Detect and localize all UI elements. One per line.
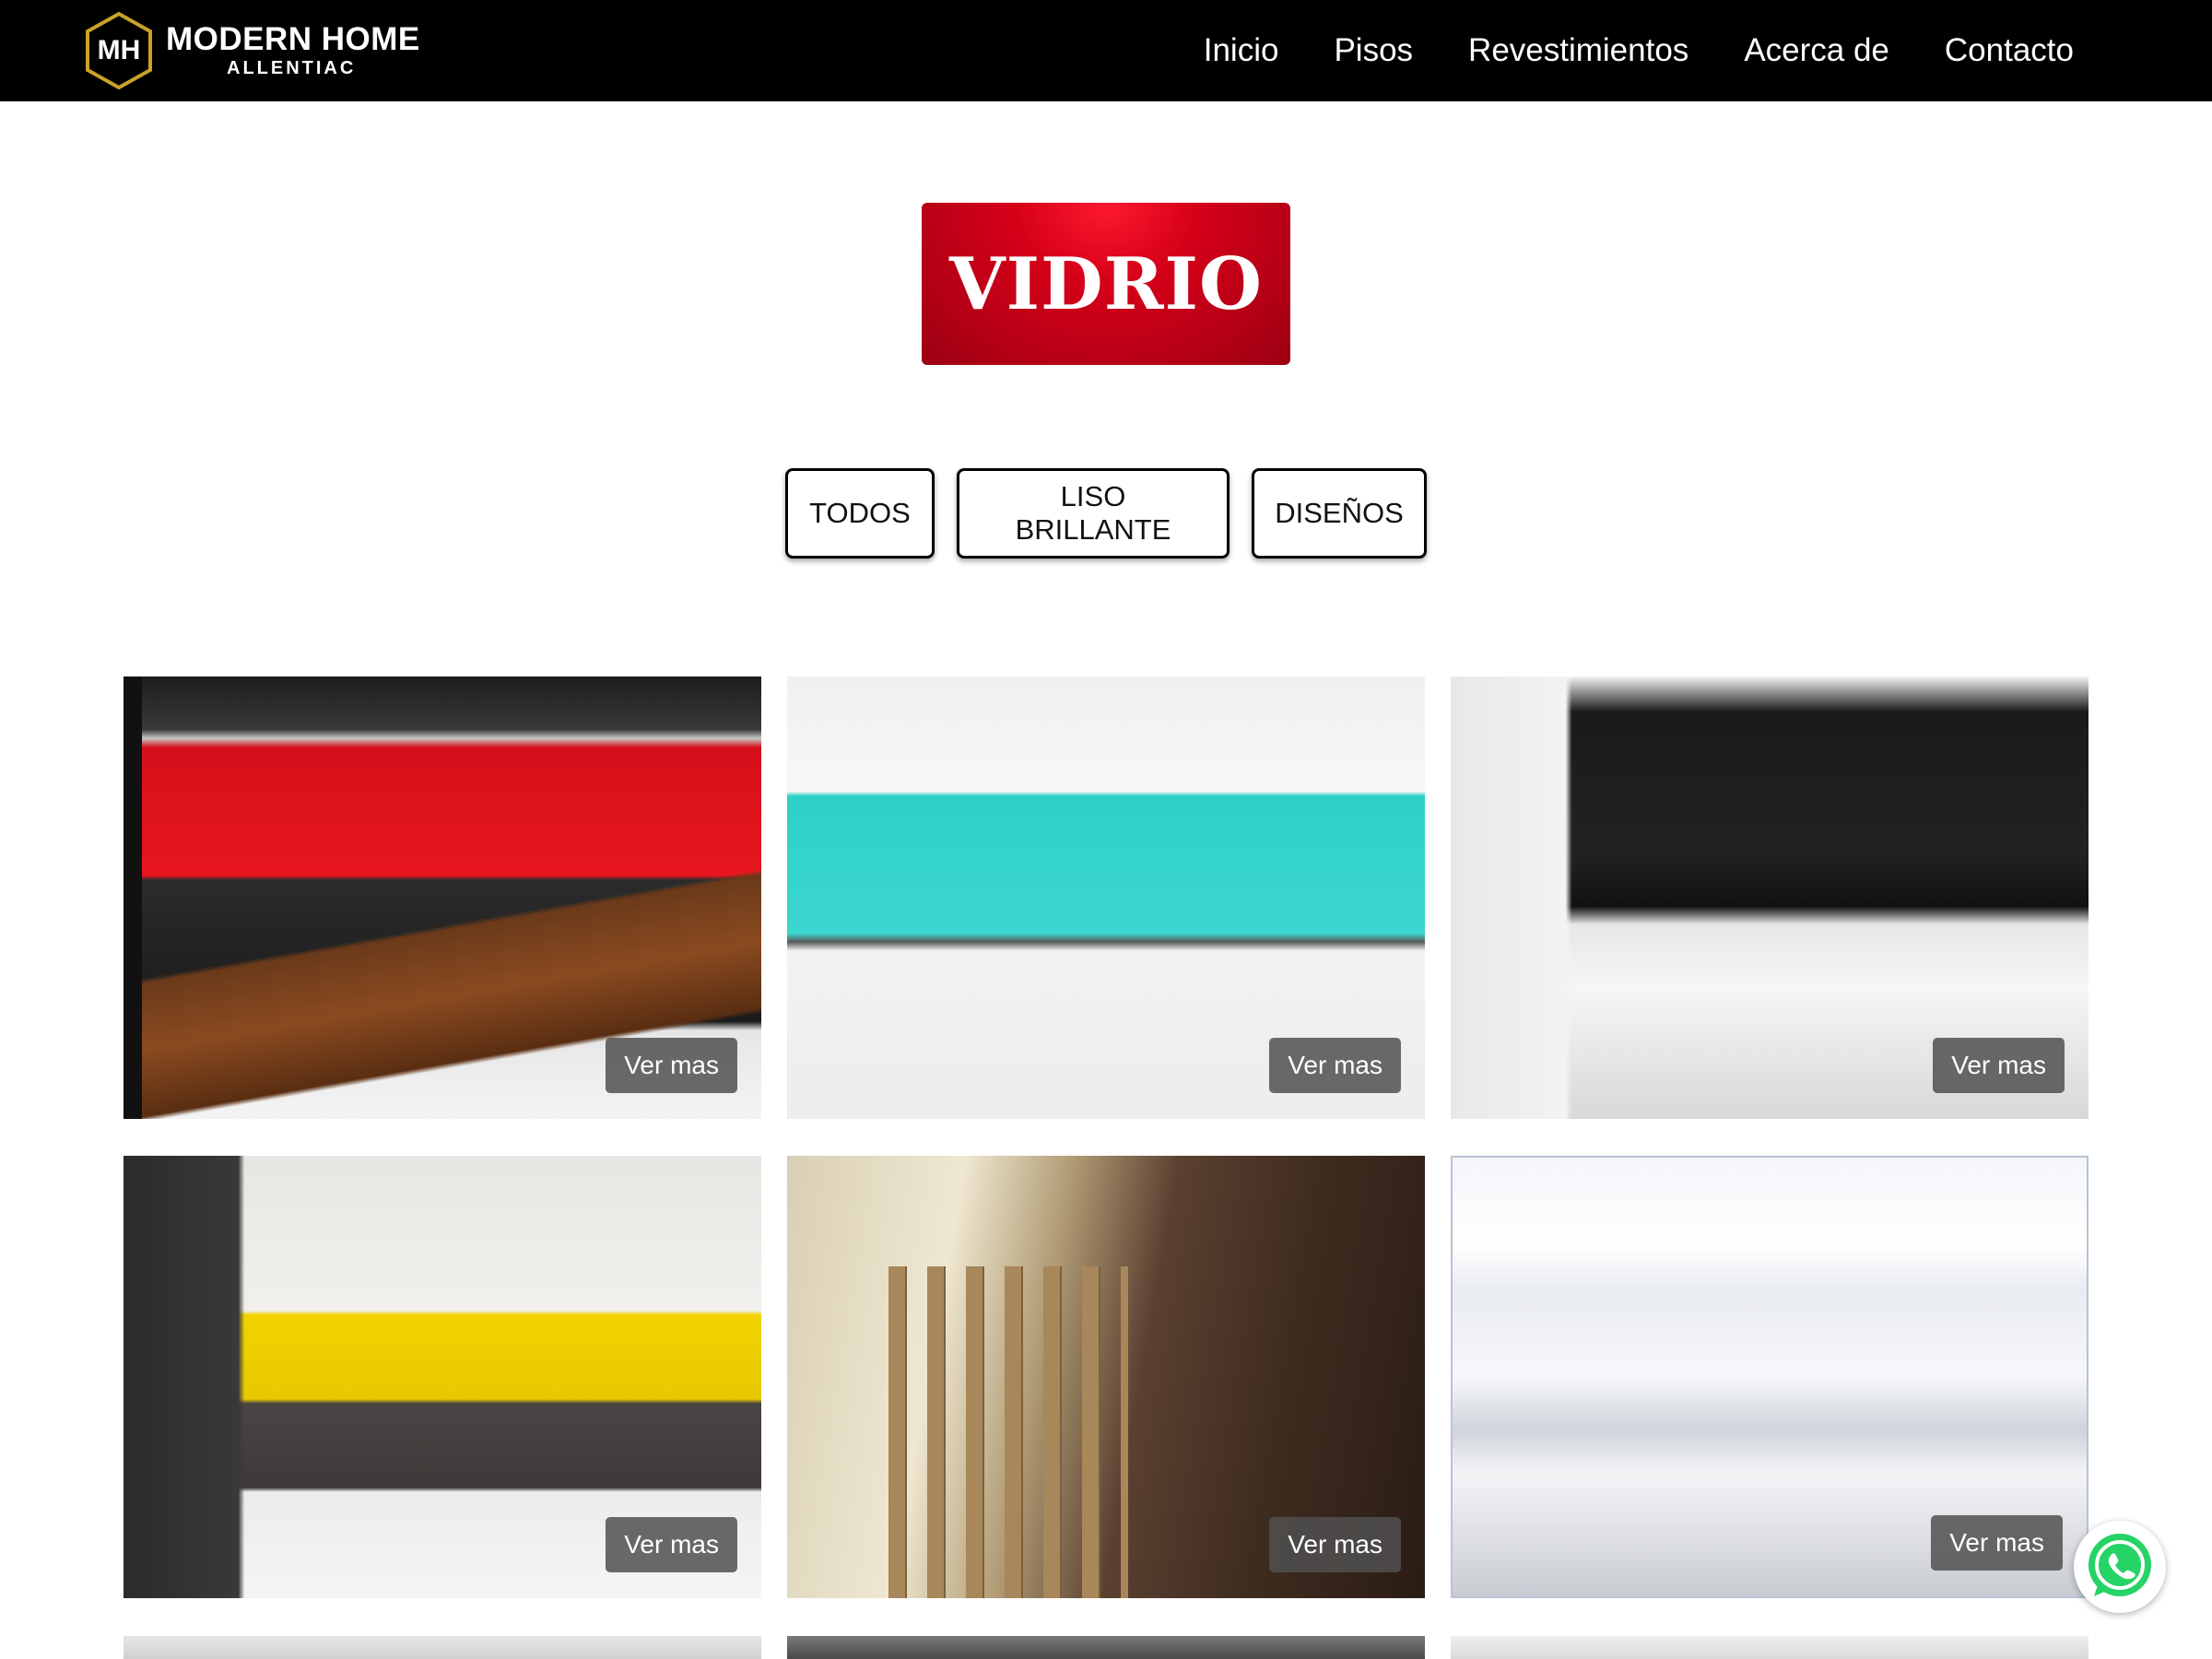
filter-bar: TODOS LISO BRILLANTE DISEÑOS	[0, 468, 2212, 559]
gallery-card-kitchen-bronze-glass[interactable]: Ver mas	[787, 1156, 1425, 1598]
whatsapp-button[interactable]	[2074, 1521, 2166, 1613]
gallery-card-kitchen-yellow-glass[interactable]: Ver mas	[124, 1156, 761, 1598]
brand-name: MODERN HOME	[166, 21, 420, 57]
page-title-banner: VIDRIO	[922, 203, 1290, 365]
gallery-card-partial[interactable]	[124, 1636, 761, 1659]
nav-item-acerca-de[interactable]: Acerca de	[1744, 32, 1889, 69]
ver-mas-button[interactable]: Ver mas	[1269, 1038, 1401, 1093]
ver-mas-button[interactable]: Ver mas	[606, 1517, 737, 1572]
top-navbar: MH MODERN HOME ALLENTIAC Inicio Pisos Re…	[0, 0, 2212, 101]
nav-item-revestimientos[interactable]: Revestimientos	[1468, 32, 1688, 69]
ver-mas-button[interactable]: Ver mas	[606, 1038, 737, 1093]
main-nav: Inicio Pisos Revestimientos Acerca de Co…	[1148, 0, 2074, 101]
gallery-card-kitchen-red-glass[interactable]: Ver mas	[124, 677, 761, 1119]
ver-mas-button[interactable]: Ver mas	[1931, 1515, 2063, 1571]
filter-liso-brillante-button[interactable]: LISO BRILLANTE	[957, 468, 1230, 559]
nav-item-pisos[interactable]: Pisos	[1334, 32, 1413, 69]
brand-logo[interactable]: MH MODERN HOME ALLENTIAC	[85, 9, 420, 92]
ver-mas-button[interactable]: Ver mas	[1933, 1038, 2065, 1093]
filter-disenos-button[interactable]: DISEÑOS	[1252, 468, 1427, 559]
whatsapp-icon	[2088, 1534, 2151, 1596]
nav-item-inicio[interactable]: Inicio	[1204, 32, 1279, 69]
gallery-card-kitchen-turquoise-glass[interactable]: Ver mas	[787, 677, 1425, 1119]
nav-item-contacto[interactable]: Contacto	[1945, 32, 2074, 69]
gallery-card-partial[interactable]	[1451, 1636, 2088, 1659]
gallery-card-partial[interactable]	[787, 1636, 1425, 1659]
brand-tagline: ALLENTIAC	[227, 58, 357, 78]
hexagon-logo-icon: MH	[85, 11, 153, 90]
filter-todos-button[interactable]: TODOS	[785, 468, 935, 559]
gallery-card-kitchen-white-glass[interactable]: Ver mas	[1451, 1156, 2088, 1598]
gallery-card-kitchen-black-glass[interactable]: Ver mas	[1451, 677, 2088, 1119]
page-title: VIDRIO	[949, 241, 1263, 326]
ver-mas-button[interactable]: Ver mas	[1269, 1517, 1401, 1572]
logo-initials: MH	[97, 35, 141, 65]
